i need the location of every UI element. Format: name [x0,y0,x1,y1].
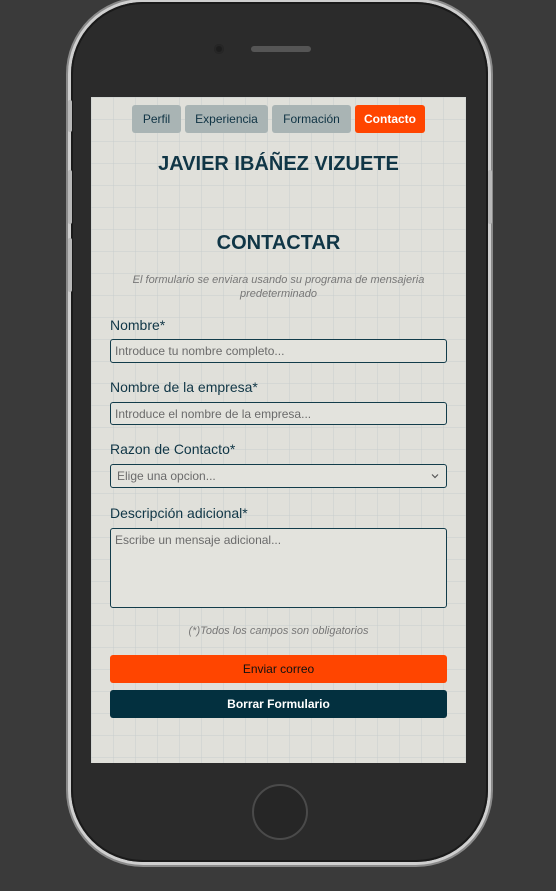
earpiece-speaker [251,46,311,52]
description-label: Descripción adicional* [110,505,248,521]
tab-contacto[interactable]: Contacto [355,105,425,133]
reason-label: Razon de Contacto* [110,441,236,457]
name-label: Nombre* [110,317,166,333]
reason-selected-value: Elige una opcion... [117,469,216,483]
front-camera [214,44,224,54]
volume-down-button [68,238,72,292]
power-button [488,170,492,224]
section-title: CONTACTAR [216,232,341,254]
top-nav: Perfil Experiencia Formación Contacto [91,105,466,133]
name-input[interactable] [110,339,447,363]
chevron-down-icon [431,474,439,479]
volume-up-button [68,170,72,224]
tab-perfil[interactable]: Perfil [132,105,181,133]
screen: Perfil Experiencia Formación Contacto JA… [91,97,466,763]
tab-formacion[interactable]: Formación [272,105,351,133]
required-fields-note: (*)Todos los campos son obligatorios [188,625,369,637]
clear-form-button[interactable]: Borrar Formulario [110,690,447,718]
company-label: Nombre de la empresa* [110,379,258,395]
home-button[interactable] [252,784,308,840]
page-title: JAVIER IBÁÑEZ VIZUETE [158,153,399,175]
reason-select[interactable]: Elige una opcion... [110,464,447,488]
company-input[interactable] [110,402,447,425]
tab-experiencia[interactable]: Experiencia [185,105,268,133]
mute-switch [68,100,72,132]
form-intro-note: El formulario se enviara usando su progr… [132,274,425,300]
send-email-button[interactable]: Enviar correo [110,655,447,683]
description-textarea[interactable] [110,528,447,608]
